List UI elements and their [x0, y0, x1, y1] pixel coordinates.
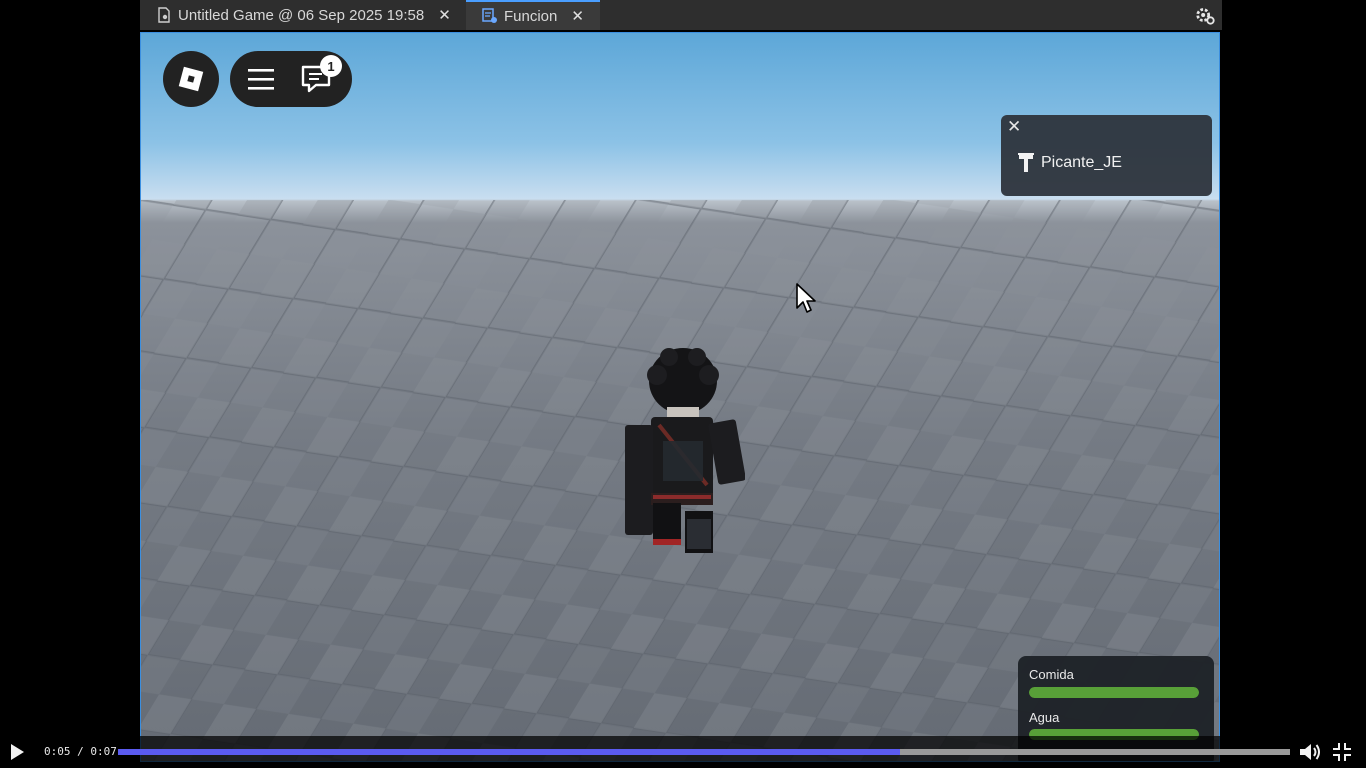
- water-label: Agua: [1029, 710, 1060, 725]
- player-row[interactable]: Picante_JE: [1017, 151, 1122, 175]
- mouse-cursor-icon: [796, 283, 816, 313]
- video-time: 0:05 / 0:07: [44, 745, 117, 758]
- food-bar-fill: [1029, 687, 1199, 698]
- exit-fullscreen-icon[interactable]: [1332, 742, 1352, 762]
- video-progress-bar[interactable]: [118, 749, 1290, 755]
- player-list: ✕ Picante_JE: [1001, 115, 1212, 196]
- player-name: Picante_JE: [1041, 154, 1122, 171]
- chat-notification-badge: 1: [320, 55, 342, 77]
- game-file-icon: [156, 7, 172, 23]
- roblox-logo-icon: [178, 66, 204, 92]
- close-icon[interactable]: ✕: [1007, 117, 1023, 139]
- hamburger-menu-icon[interactable]: [246, 65, 276, 93]
- video-controls: 0:05 / 0:07: [0, 736, 1366, 768]
- gear-icon[interactable]: [1194, 4, 1216, 26]
- play-icon[interactable]: [8, 743, 26, 761]
- tab-untitled-game[interactable]: Untitled Game @ 06 Sep 2025 19:58 ✕: [156, 0, 451, 30]
- close-tab-icon[interactable]: ✕: [571, 7, 584, 25]
- topbar-pill: 1: [230, 51, 352, 107]
- script-icon: [482, 8, 498, 24]
- game-viewport[interactable]: 1 ✕ Picante_JE Comida Agua: [140, 32, 1220, 762]
- food-bar: [1029, 687, 1199, 698]
- food-label: Comida: [1029, 667, 1074, 682]
- roblox-menu-button[interactable]: [163, 51, 219, 107]
- tab-label: Funcion: [504, 7, 558, 25]
- studio-tab-bar: Untitled Game @ 06 Sep 2025 19:58 ✕ Func…: [140, 0, 1222, 30]
- screen: Untitled Game @ 06 Sep 2025 19:58 ✕ Func…: [0, 0, 1366, 768]
- player-avatar: [625, 348, 745, 553]
- tab-label: Untitled Game @ 06 Sep 2025 19:58: [178, 6, 425, 24]
- close-tab-icon[interactable]: ✕: [438, 6, 451, 24]
- volume-icon[interactable]: [1298, 742, 1322, 762]
- tab-funcion[interactable]: Funcion ✕: [466, 0, 600, 30]
- video-progress-fill: [118, 749, 900, 755]
- premium-player-icon: [1018, 153, 1034, 172]
